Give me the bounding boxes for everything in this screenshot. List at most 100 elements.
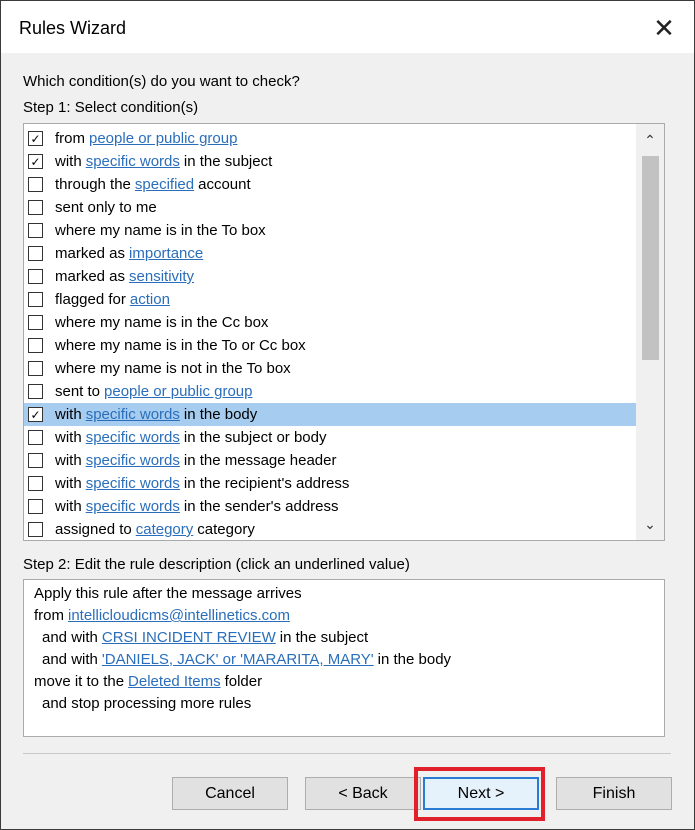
condition-label: with specific words in the recipient's add… — [55, 475, 349, 492]
cancel-button[interactable]: Cancel — [172, 777, 288, 810]
condition-row[interactable]: where my name is in the To or Cc box — [24, 334, 636, 357]
underlined-value-link[interactable]: CRSI INCIDENT REVIEW — [102, 629, 276, 646]
checkbox[interactable] — [28, 269, 43, 284]
condition-text: with — [55, 498, 82, 515]
scroll-thumb[interactable] — [642, 156, 659, 360]
checkbox[interactable] — [28, 476, 43, 491]
condition-text: in the body — [377, 651, 452, 668]
finish-button[interactable]: Finish — [556, 777, 672, 810]
step2-label: Step 2: Edit the rule description (click… — [23, 556, 410, 573]
checkbox[interactable] — [28, 453, 43, 468]
underlined-value-link[interactable]: people or public group — [104, 383, 252, 400]
dialog-title: Rules Wizard — [19, 18, 127, 38]
underlined-value-link[interactable]: specific words — [86, 153, 180, 170]
condition-label: through the specified account — [55, 176, 251, 193]
condition-row[interactable]: where my name is in the To box — [24, 219, 636, 242]
close-icon[interactable]: ✕ — [644, 11, 684, 45]
checked-checkbox[interactable]: ✓ — [28, 154, 43, 169]
condition-text: account — [198, 176, 251, 193]
condition-row[interactable]: ✓ with specific words in the subject — [24, 150, 636, 173]
condition-text: in the sender's address — [183, 498, 339, 515]
condition-row[interactable]: assigned to category category — [24, 518, 636, 540]
checkbox[interactable] — [28, 499, 43, 514]
checkbox[interactable] — [28, 430, 43, 445]
underlined-value-link[interactable]: sensitivity — [129, 268, 194, 285]
description-line: and stop processing more rules — [42, 695, 251, 712]
condition-text: and with — [42, 629, 98, 646]
condition-text: move it to the — [34, 673, 125, 690]
condition-row[interactable]: with specific words in the recipient's add… — [24, 472, 636, 495]
checkbox[interactable] — [28, 315, 43, 330]
condition-row[interactable]: where my name is not in the To box — [24, 357, 636, 380]
condition-text: assigned to — [55, 521, 132, 538]
underlined-value-link[interactable]: action — [130, 291, 170, 308]
underlined-value-link[interactable]: 'DANIELS, JACK' or 'MARARITA, MARY' — [102, 651, 374, 668]
condition-row[interactable]: through the specified account — [24, 173, 636, 196]
condition-row[interactable]: marked as sensitivity — [24, 265, 636, 288]
underlined-value-link[interactable]: specific words — [86, 475, 180, 492]
condition-text: and stop processing more rules — [42, 695, 252, 712]
condition-row[interactable]: with specific words in the sender's addres… — [24, 495, 636, 518]
checkbox[interactable] — [28, 246, 43, 261]
condition-label: marked as importance — [55, 245, 203, 262]
underlined-value-link[interactable]: intellicloudicms@intellinetics.com — [68, 607, 290, 624]
underlined-value-link[interactable]: specific words — [86, 406, 180, 423]
underlined-value-link[interactable]: Deleted Items — [128, 673, 221, 690]
condition-text: flagged for — [55, 291, 126, 308]
condition-text: and with — [42, 651, 98, 668]
condition-row[interactable]: with specific words in the message header — [24, 449, 636, 472]
next-button-highlight — [414, 767, 545, 821]
underlined-value-link[interactable]: specific words — [86, 498, 180, 515]
condition-text: in the subject — [183, 153, 273, 170]
vertical-scrollbar[interactable]: ⌃ ⌄ — [636, 124, 664, 540]
underlined-value-link[interactable]: category — [136, 521, 194, 538]
underlined-value-link[interactable]: specified — [135, 176, 194, 193]
condition-row[interactable]: where my name is in the Cc box — [24, 311, 636, 334]
condition-label: where my name is in the To or Cc box — [55, 337, 306, 354]
checked-checkbox[interactable]: ✓ — [28, 131, 43, 146]
checkbox[interactable] — [28, 200, 43, 215]
condition-text: in the subject or body — [183, 429, 327, 446]
condition-label: where my name is in the Cc box — [55, 314, 268, 331]
condition-label: with specific words in the subject — [55, 153, 272, 170]
condition-row[interactable]: marked as importance — [24, 242, 636, 265]
condition-row[interactable]: ✓ with specific words in the body — [24, 403, 636, 426]
condition-text: marked as — [55, 268, 126, 285]
condition-row[interactable]: sent to people or public group — [24, 380, 636, 403]
underlined-value-link[interactable]: importance — [129, 245, 203, 262]
condition-text: Apply this rule after the message arrive… — [34, 585, 302, 602]
scroll-up-icon[interactable]: ⌃ — [636, 128, 664, 152]
checkbox[interactable] — [28, 338, 43, 353]
underlined-value-link[interactable]: specific words — [86, 429, 180, 446]
back-button[interactable]: < Back — [305, 777, 421, 810]
condition-row[interactable]: sent only to me — [24, 196, 636, 219]
condition-label: from people or public group — [55, 130, 237, 147]
underlined-value-link[interactable]: specific words — [86, 452, 180, 469]
checkbox[interactable] — [28, 177, 43, 192]
condition-text: with — [55, 153, 82, 170]
condition-row[interactable]: ✓ from people or public group — [24, 127, 636, 150]
condition-text: in the body — [183, 406, 258, 423]
checked-checkbox[interactable]: ✓ — [28, 407, 43, 422]
separator — [23, 753, 671, 754]
checkbox[interactable] — [28, 522, 43, 537]
condition-row[interactable]: with specific words in the subject or body — [24, 426, 636, 449]
condition-label: sent only to me — [55, 199, 157, 216]
checkbox[interactable] — [28, 292, 43, 307]
underlined-value-link[interactable]: people or public group — [89, 130, 237, 147]
condition-label: with specific words in the body — [55, 406, 257, 423]
checkbox[interactable] — [28, 361, 43, 376]
rules-wizard-dialog: Rules Wizard ✕ Which condition(s) do you… — [0, 0, 695, 830]
description-line: move it to the Deleted Items folder — [34, 673, 262, 690]
condition-text: from — [34, 607, 64, 624]
checkbox[interactable] — [28, 384, 43, 399]
conditions-listbox[interactable]: ✓ from people or public group ✓ with specific… — [23, 123, 665, 541]
scroll-down-icon[interactable]: ⌄ — [636, 512, 664, 536]
title-bar: Rules Wizard ✕ — [1, 1, 694, 53]
condition-text: sent only to me — [55, 199, 157, 216]
checkbox[interactable] — [28, 223, 43, 238]
condition-text: from — [55, 130, 85, 147]
condition-text: where my name is in the Cc box — [55, 314, 269, 331]
condition-row[interactable]: flagged for action — [24, 288, 636, 311]
condition-label: flagged for action — [55, 291, 170, 308]
